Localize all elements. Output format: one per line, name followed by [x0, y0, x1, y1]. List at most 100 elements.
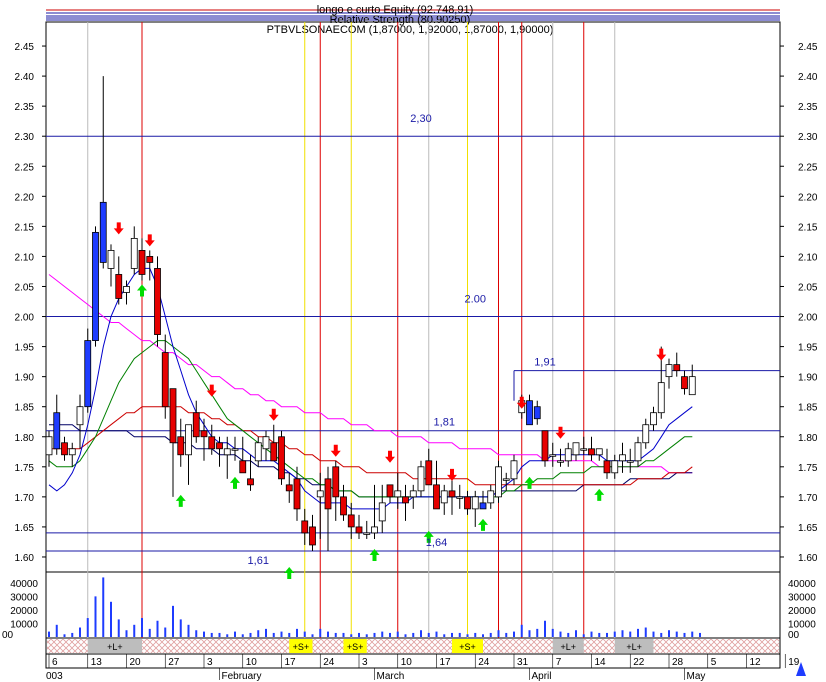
volume-bar — [466, 634, 469, 637]
candle-body — [123, 286, 130, 293]
volume-bar — [210, 632, 213, 637]
y-tick-left: 2.20 — [15, 192, 35, 203]
volume-bar — [637, 628, 639, 637]
candle-body — [533, 406, 541, 420]
candle-body — [130, 237, 138, 269]
candle-body — [650, 412, 657, 426]
volume-bar — [79, 627, 81, 637]
candle-body — [626, 460, 634, 463]
volume-tick-right: 40000 — [788, 579, 816, 590]
volume-bar — [458, 632, 461, 637]
volume-bar — [396, 631, 399, 637]
candle-body — [557, 460, 564, 463]
month-label: May — [687, 671, 706, 682]
date-tick-label: 7 — [556, 657, 562, 668]
y-tick-right: 1.95 — [798, 343, 818, 354]
y-tick-right: 2.35 — [798, 102, 818, 113]
y-tick-right: 1.60 — [798, 553, 818, 564]
y-tick-left: 2.05 — [15, 282, 35, 293]
volume-bar — [148, 628, 151, 637]
date-tick-label: 10 — [246, 657, 258, 668]
date-tick-label: 28 — [672, 657, 684, 668]
date-tick-label: 10 — [401, 657, 413, 668]
candle-body — [580, 448, 588, 451]
volume-bar — [513, 631, 515, 637]
volume-bar — [536, 628, 539, 637]
candle-body — [154, 268, 161, 335]
volume-bar — [71, 632, 74, 637]
candle-body — [378, 502, 386, 522]
volume-bar — [613, 631, 616, 637]
candle-body — [611, 460, 619, 474]
level-label: 1,61 — [248, 555, 269, 567]
level-label: 2.00 — [465, 294, 486, 306]
y-tick-right: 2.30 — [798, 132, 818, 143]
background — [0, 0, 826, 682]
candle-body — [402, 496, 409, 504]
date-tick-label: 17 — [440, 657, 452, 668]
y-tick-right: 2.20 — [798, 192, 818, 203]
candle-body — [479, 502, 487, 510]
date-tick-label: 24 — [323, 657, 335, 668]
y-tick-left: 2.35 — [15, 102, 35, 113]
candle-body — [433, 484, 440, 510]
volume-bar — [311, 634, 314, 637]
candle-body — [549, 454, 557, 457]
candle-body — [440, 490, 448, 504]
candle-body — [309, 526, 316, 546]
candle-body — [642, 424, 650, 444]
candle-body — [448, 490, 456, 498]
volume-bar — [412, 632, 415, 637]
volume-bar — [629, 631, 632, 637]
y-tick-right: 1.65 — [798, 523, 818, 534]
volume-bar — [203, 631, 205, 637]
volume-bar — [606, 632, 608, 637]
candle-body — [216, 442, 223, 450]
candle-body — [200, 430, 208, 438]
volume-bar — [249, 632, 252, 637]
volume-bar — [497, 630, 500, 637]
volume-bar — [420, 630, 422, 637]
y-tick-left: 1.95 — [15, 343, 35, 354]
volume-bar — [559, 631, 562, 637]
y-tick-right: 2.10 — [798, 252, 818, 263]
signal-band-label: +S+ — [293, 642, 310, 652]
date-tick-label: 27 — [168, 657, 180, 668]
candle-body — [409, 490, 417, 498]
candle-body — [564, 448, 572, 462]
volume-tick-left-zero: 00 — [2, 630, 14, 641]
y-tick-left: 1.75 — [15, 463, 35, 474]
candle-body — [146, 256, 154, 263]
candle-body — [425, 460, 433, 486]
date-tick-label: 3 — [362, 657, 368, 668]
volume-bar — [257, 630, 260, 637]
candle-body — [355, 526, 363, 534]
candle-body — [138, 250, 146, 275]
volume-bar — [164, 627, 167, 637]
candle-body — [84, 340, 92, 408]
candle-body — [688, 376, 696, 396]
signal-band-label: +L+ — [626, 642, 642, 652]
volume-bar — [699, 632, 701, 637]
candle-body — [371, 526, 378, 534]
volume-bar — [102, 577, 105, 637]
date-tick-label: 5 — [711, 657, 717, 668]
y-tick-right: 2.15 — [798, 222, 818, 233]
candle-body — [76, 406, 84, 426]
volume-bar — [590, 631, 593, 637]
candle-body — [681, 376, 688, 390]
y-tick-left: 2.00 — [15, 313, 35, 324]
candle-body — [223, 448, 231, 456]
y-tick-right: 1.70 — [798, 493, 818, 504]
candle-body — [595, 448, 603, 456]
candle-body — [510, 460, 518, 480]
volume-bar — [652, 631, 655, 637]
y-tick-right: 1.80 — [798, 433, 818, 444]
candle-body — [347, 514, 355, 528]
volume-bar — [443, 634, 446, 637]
candle-body — [332, 466, 340, 498]
volume-tick-right-zero: 00 — [788, 630, 800, 641]
candle-body — [99, 201, 107, 263]
y-tick-right: 1.75 — [798, 463, 818, 474]
volume-bar — [141, 618, 143, 637]
